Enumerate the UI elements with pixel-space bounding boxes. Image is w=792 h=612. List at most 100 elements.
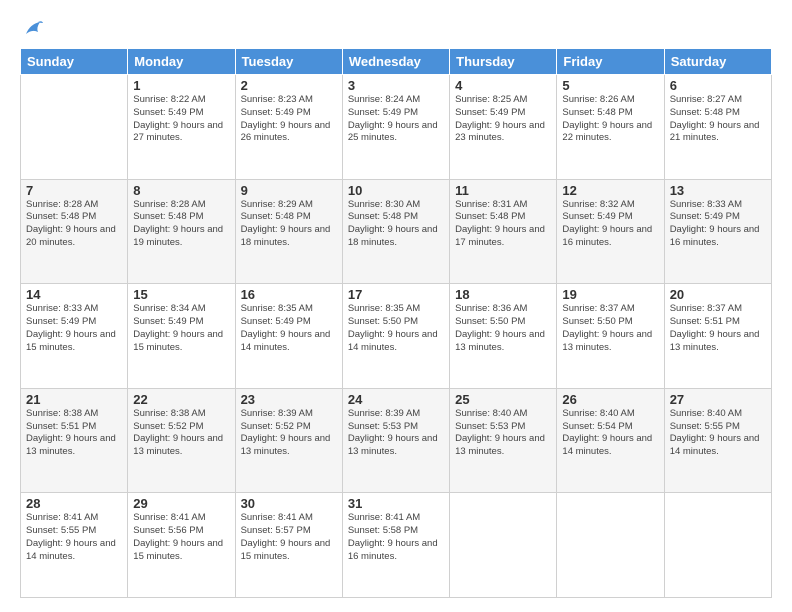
day-detail: Sunrise: 8:24 AMSunset: 5:49 PMDaylight:…: [348, 94, 444, 145]
day-number: 24: [348, 392, 444, 407]
day-number: 12: [562, 183, 658, 198]
day-detail: Sunrise: 8:34 AMSunset: 5:49 PMDaylight:…: [133, 303, 229, 354]
calendar-cell: 18Sunrise: 8:36 AMSunset: 5:50 PMDayligh…: [450, 284, 557, 389]
calendar-cell: 19Sunrise: 8:37 AMSunset: 5:50 PMDayligh…: [557, 284, 664, 389]
day-number: 22: [133, 392, 229, 407]
logo: [20, 18, 44, 40]
calendar-cell: 5Sunrise: 8:26 AMSunset: 5:48 PMDaylight…: [557, 75, 664, 180]
day-detail: Sunrise: 8:26 AMSunset: 5:48 PMDaylight:…: [562, 94, 658, 145]
day-number: 23: [241, 392, 337, 407]
day-detail: Sunrise: 8:41 AMSunset: 5:58 PMDaylight:…: [348, 512, 444, 563]
day-detail: Sunrise: 8:35 AMSunset: 5:50 PMDaylight:…: [348, 303, 444, 354]
day-detail: Sunrise: 8:41 AMSunset: 5:55 PMDaylight:…: [26, 512, 122, 563]
calendar-cell: 7Sunrise: 8:28 AMSunset: 5:48 PMDaylight…: [21, 179, 128, 284]
day-detail: Sunrise: 8:28 AMSunset: 5:48 PMDaylight:…: [133, 199, 229, 250]
calendar-week-row: 14Sunrise: 8:33 AMSunset: 5:49 PMDayligh…: [21, 284, 772, 389]
day-number: 21: [26, 392, 122, 407]
day-number: 4: [455, 78, 551, 93]
calendar-week-row: 28Sunrise: 8:41 AMSunset: 5:55 PMDayligh…: [21, 493, 772, 598]
day-detail: Sunrise: 8:29 AMSunset: 5:48 PMDaylight:…: [241, 199, 337, 250]
day-detail: Sunrise: 8:33 AMSunset: 5:49 PMDaylight:…: [670, 199, 766, 250]
day-detail: Sunrise: 8:39 AMSunset: 5:52 PMDaylight:…: [241, 408, 337, 459]
day-detail: Sunrise: 8:30 AMSunset: 5:48 PMDaylight:…: [348, 199, 444, 250]
day-detail: Sunrise: 8:36 AMSunset: 5:50 PMDaylight:…: [455, 303, 551, 354]
calendar-cell: 2Sunrise: 8:23 AMSunset: 5:49 PMDaylight…: [235, 75, 342, 180]
calendar-cell: 28Sunrise: 8:41 AMSunset: 5:55 PMDayligh…: [21, 493, 128, 598]
day-number: 11: [455, 183, 551, 198]
calendar-cell: 24Sunrise: 8:39 AMSunset: 5:53 PMDayligh…: [342, 388, 449, 493]
day-detail: Sunrise: 8:27 AMSunset: 5:48 PMDaylight:…: [670, 94, 766, 145]
day-detail: Sunrise: 8:33 AMSunset: 5:49 PMDaylight:…: [26, 303, 122, 354]
day-number: 31: [348, 496, 444, 511]
calendar-page: SundayMondayTuesdayWednesdayThursdayFrid…: [0, 0, 792, 612]
calendar-cell: 1Sunrise: 8:22 AMSunset: 5:49 PMDaylight…: [128, 75, 235, 180]
weekday-header-thursday: Thursday: [450, 49, 557, 75]
calendar-cell: 13Sunrise: 8:33 AMSunset: 5:49 PMDayligh…: [664, 179, 771, 284]
calendar-cell: 22Sunrise: 8:38 AMSunset: 5:52 PMDayligh…: [128, 388, 235, 493]
calendar-cell: [664, 493, 771, 598]
day-detail: Sunrise: 8:40 AMSunset: 5:53 PMDaylight:…: [455, 408, 551, 459]
calendar-cell: 17Sunrise: 8:35 AMSunset: 5:50 PMDayligh…: [342, 284, 449, 389]
calendar-cell: 6Sunrise: 8:27 AMSunset: 5:48 PMDaylight…: [664, 75, 771, 180]
calendar-cell: 20Sunrise: 8:37 AMSunset: 5:51 PMDayligh…: [664, 284, 771, 389]
day-number: 17: [348, 287, 444, 302]
day-detail: Sunrise: 8:35 AMSunset: 5:49 PMDaylight:…: [241, 303, 337, 354]
calendar-cell: 12Sunrise: 8:32 AMSunset: 5:49 PMDayligh…: [557, 179, 664, 284]
day-detail: Sunrise: 8:39 AMSunset: 5:53 PMDaylight:…: [348, 408, 444, 459]
day-number: 13: [670, 183, 766, 198]
calendar-cell: 11Sunrise: 8:31 AMSunset: 5:48 PMDayligh…: [450, 179, 557, 284]
calendar-cell: 26Sunrise: 8:40 AMSunset: 5:54 PMDayligh…: [557, 388, 664, 493]
day-number: 5: [562, 78, 658, 93]
day-detail: Sunrise: 8:41 AMSunset: 5:56 PMDaylight:…: [133, 512, 229, 563]
day-number: 8: [133, 183, 229, 198]
day-number: 20: [670, 287, 766, 302]
day-number: 6: [670, 78, 766, 93]
top-section: [20, 18, 772, 40]
day-number: 10: [348, 183, 444, 198]
calendar-cell: [21, 75, 128, 180]
calendar-week-row: 21Sunrise: 8:38 AMSunset: 5:51 PMDayligh…: [21, 388, 772, 493]
day-detail: Sunrise: 8:25 AMSunset: 5:49 PMDaylight:…: [455, 94, 551, 145]
weekday-header-saturday: Saturday: [664, 49, 771, 75]
calendar-cell: 3Sunrise: 8:24 AMSunset: 5:49 PMDaylight…: [342, 75, 449, 180]
day-number: 9: [241, 183, 337, 198]
day-detail: Sunrise: 8:41 AMSunset: 5:57 PMDaylight:…: [241, 512, 337, 563]
calendar-cell: 27Sunrise: 8:40 AMSunset: 5:55 PMDayligh…: [664, 388, 771, 493]
calendar-cell: 29Sunrise: 8:41 AMSunset: 5:56 PMDayligh…: [128, 493, 235, 598]
day-number: 29: [133, 496, 229, 511]
day-number: 18: [455, 287, 551, 302]
weekday-header-monday: Monday: [128, 49, 235, 75]
day-number: 7: [26, 183, 122, 198]
calendar-cell: 30Sunrise: 8:41 AMSunset: 5:57 PMDayligh…: [235, 493, 342, 598]
day-detail: Sunrise: 8:32 AMSunset: 5:49 PMDaylight:…: [562, 199, 658, 250]
weekday-header-tuesday: Tuesday: [235, 49, 342, 75]
day-detail: Sunrise: 8:28 AMSunset: 5:48 PMDaylight:…: [26, 199, 122, 250]
calendar-week-row: 1Sunrise: 8:22 AMSunset: 5:49 PMDaylight…: [21, 75, 772, 180]
calendar-cell: 9Sunrise: 8:29 AMSunset: 5:48 PMDaylight…: [235, 179, 342, 284]
calendar-week-row: 7Sunrise: 8:28 AMSunset: 5:48 PMDaylight…: [21, 179, 772, 284]
day-detail: Sunrise: 8:38 AMSunset: 5:51 PMDaylight:…: [26, 408, 122, 459]
day-number: 3: [348, 78, 444, 93]
calendar-cell: [557, 493, 664, 598]
calendar-cell: 15Sunrise: 8:34 AMSunset: 5:49 PMDayligh…: [128, 284, 235, 389]
calendar-cell: 31Sunrise: 8:41 AMSunset: 5:58 PMDayligh…: [342, 493, 449, 598]
calendar-cell: 16Sunrise: 8:35 AMSunset: 5:49 PMDayligh…: [235, 284, 342, 389]
day-number: 27: [670, 392, 766, 407]
day-detail: Sunrise: 8:37 AMSunset: 5:50 PMDaylight:…: [562, 303, 658, 354]
day-number: 16: [241, 287, 337, 302]
day-detail: Sunrise: 8:37 AMSunset: 5:51 PMDaylight:…: [670, 303, 766, 354]
weekday-header-sunday: Sunday: [21, 49, 128, 75]
calendar-cell: 10Sunrise: 8:30 AMSunset: 5:48 PMDayligh…: [342, 179, 449, 284]
weekday-header-friday: Friday: [557, 49, 664, 75]
calendar-cell: 8Sunrise: 8:28 AMSunset: 5:48 PMDaylight…: [128, 179, 235, 284]
day-detail: Sunrise: 8:38 AMSunset: 5:52 PMDaylight:…: [133, 408, 229, 459]
day-number: 2: [241, 78, 337, 93]
day-detail: Sunrise: 8:40 AMSunset: 5:55 PMDaylight:…: [670, 408, 766, 459]
calendar-cell: 21Sunrise: 8:38 AMSunset: 5:51 PMDayligh…: [21, 388, 128, 493]
calendar-cell: 14Sunrise: 8:33 AMSunset: 5:49 PMDayligh…: [21, 284, 128, 389]
weekday-header-wednesday: Wednesday: [342, 49, 449, 75]
day-detail: Sunrise: 8:40 AMSunset: 5:54 PMDaylight:…: [562, 408, 658, 459]
day-number: 15: [133, 287, 229, 302]
calendar-cell: 25Sunrise: 8:40 AMSunset: 5:53 PMDayligh…: [450, 388, 557, 493]
weekday-header-row: SundayMondayTuesdayWednesdayThursdayFrid…: [21, 49, 772, 75]
